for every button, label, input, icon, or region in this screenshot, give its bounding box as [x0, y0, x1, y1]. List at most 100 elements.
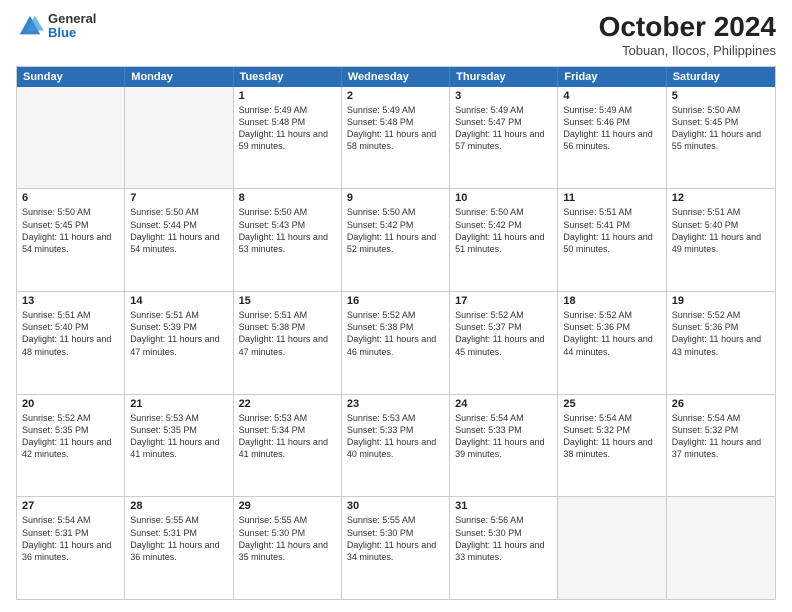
day-info: Sunrise: 5:49 AM Sunset: 5:46 PM Dayligh…	[563, 104, 660, 153]
calendar-cell: 12Sunrise: 5:51 AM Sunset: 5:40 PM Dayli…	[667, 189, 775, 291]
day-number: 7	[130, 192, 227, 204]
calendar-cell: 23 Sunrise: 5:53 AM Sunset: 5:33 PM Dayli…	[342, 395, 450, 497]
day-info: Sunrise: 5:51 AM Sunset: 5:41 PM Dayligh…	[563, 206, 660, 255]
calendar-cell: 2Sunrise: 5:49 AM Sunset: 5:48 PM Daylig…	[342, 87, 450, 189]
calendar-cell	[667, 497, 775, 599]
day-number: 1	[239, 90, 336, 102]
day-number: 2	[347, 90, 444, 102]
logo-icon	[16, 12, 44, 40]
day-info: Sunrise: 5:52 AM Sunset: 5:36 PM Dayligh…	[563, 309, 660, 358]
calendar-cell: 13 Sunrise: 5:51 AM Sunset: 5:40 PM Dayli…	[17, 292, 125, 394]
day-number: 12	[672, 192, 770, 204]
day-number: 11	[563, 192, 660, 204]
calendar-cell	[125, 87, 233, 189]
location: Tobuan, Ilocos, Philippines	[599, 43, 776, 58]
month-title: October 2024	[599, 12, 776, 43]
calendar-cell	[558, 497, 666, 599]
logo-text: General Blue	[48, 12, 96, 41]
day-info: Sunrise: 5:54 AM Sunset: 5:32 PM Dayligh…	[672, 412, 770, 461]
day-info: Sunrise: 5:52 AM Sunset: 5:36 PM Dayligh…	[672, 309, 770, 358]
day-number: 28	[130, 500, 227, 512]
day-info: Sunrise: 5:50 AM Sunset: 5:42 PM Dayligh…	[347, 206, 444, 255]
day-info: Sunrise: 5:53 AM Sunset: 5:33 PM Dayligh…	[347, 412, 444, 461]
calendar-cell: 17Sunrise: 5:52 AM Sunset: 5:37 PM Dayli…	[450, 292, 558, 394]
day-info: Sunrise: 5:51 AM Sunset: 5:40 PM Dayligh…	[22, 309, 119, 358]
day-number: 16	[347, 295, 444, 307]
day-info: Sunrise: 5:55 AM Sunset: 5:31 PM Dayligh…	[130, 514, 227, 563]
calendar-cell: 14Sunrise: 5:51 AM Sunset: 5:39 PM Dayli…	[125, 292, 233, 394]
header-cell-monday: Monday	[125, 67, 233, 87]
day-info: Sunrise: 5:53 AM Sunset: 5:35 PM Dayligh…	[130, 412, 227, 461]
day-number: 10	[455, 192, 552, 204]
calendar-header: SundayMondayTuesdayWednesdayThursdayFrid…	[17, 67, 775, 87]
calendar-row: 27 Sunrise: 5:54 AM Sunset: 5:31 PM Dayli…	[17, 496, 775, 599]
calendar-cell: 30 Sunrise: 5:55 AM Sunset: 5:30 PM Dayli…	[342, 497, 450, 599]
page: General Blue October 2024 Tobuan, Ilocos…	[0, 0, 792, 612]
calendar-cell: 25Sunrise: 5:54 AM Sunset: 5:32 PM Dayli…	[558, 395, 666, 497]
day-number: 22	[239, 398, 336, 410]
calendar-cell: 16 Sunrise: 5:52 AM Sunset: 5:38 PM Dayli…	[342, 292, 450, 394]
header-cell-tuesday: Tuesday	[234, 67, 342, 87]
day-number: 6	[22, 192, 119, 204]
calendar-cell: 18 Sunrise: 5:52 AM Sunset: 5:36 PM Dayli…	[558, 292, 666, 394]
day-number: 30	[347, 500, 444, 512]
day-info: Sunrise: 5:54 AM Sunset: 5:32 PM Dayligh…	[563, 412, 660, 461]
day-number: 27	[22, 500, 119, 512]
day-number: 23	[347, 398, 444, 410]
day-info: Sunrise: 5:50 AM Sunset: 5:43 PM Dayligh…	[239, 206, 336, 255]
calendar-cell: 5Sunrise: 5:50 AM Sunset: 5:45 PM Daylig…	[667, 87, 775, 189]
header-cell-saturday: Saturday	[667, 67, 775, 87]
calendar-cell: 27 Sunrise: 5:54 AM Sunset: 5:31 PM Dayli…	[17, 497, 125, 599]
calendar-cell: 22 Sunrise: 5:53 AM Sunset: 5:34 PM Dayli…	[234, 395, 342, 497]
logo-general: General	[48, 12, 96, 26]
calendar: SundayMondayTuesdayWednesdayThursdayFrid…	[16, 66, 776, 600]
day-info: Sunrise: 5:50 AM Sunset: 5:45 PM Dayligh…	[672, 104, 770, 153]
calendar-cell: 29Sunrise: 5:55 AM Sunset: 5:30 PM Dayli…	[234, 497, 342, 599]
day-number: 13	[22, 295, 119, 307]
day-number: 19	[672, 295, 770, 307]
calendar-row: 13 Sunrise: 5:51 AM Sunset: 5:40 PM Dayli…	[17, 291, 775, 394]
day-info: Sunrise: 5:51 AM Sunset: 5:38 PM Dayligh…	[239, 309, 336, 358]
day-info: Sunrise: 5:50 AM Sunset: 5:42 PM Dayligh…	[455, 206, 552, 255]
calendar-body: 1 Sunrise: 5:49 AM Sunset: 5:48 PM Daylig…	[17, 87, 775, 599]
logo: General Blue	[16, 12, 96, 41]
day-number: 3	[455, 90, 552, 102]
day-number: 9	[347, 192, 444, 204]
calendar-cell: 24 Sunrise: 5:54 AM Sunset: 5:33 PM Dayli…	[450, 395, 558, 497]
calendar-cell: 26 Sunrise: 5:54 AM Sunset: 5:32 PM Dayli…	[667, 395, 775, 497]
calendar-cell: 1 Sunrise: 5:49 AM Sunset: 5:48 PM Daylig…	[234, 87, 342, 189]
day-info: Sunrise: 5:50 AM Sunset: 5:45 PM Dayligh…	[22, 206, 119, 255]
calendar-cell: 21 Sunrise: 5:53 AM Sunset: 5:35 PM Dayli…	[125, 395, 233, 497]
title-block: October 2024 Tobuan, Ilocos, Philippines	[599, 12, 776, 58]
header-cell-thursday: Thursday	[450, 67, 558, 87]
day-info: Sunrise: 5:55 AM Sunset: 5:30 PM Dayligh…	[239, 514, 336, 563]
day-info: Sunrise: 5:49 AM Sunset: 5:48 PM Dayligh…	[239, 104, 336, 153]
day-info: Sunrise: 5:52 AM Sunset: 5:38 PM Dayligh…	[347, 309, 444, 358]
day-number: 26	[672, 398, 770, 410]
day-info: Sunrise: 5:54 AM Sunset: 5:33 PM Dayligh…	[455, 412, 552, 461]
logo-blue: Blue	[48, 26, 96, 40]
header-cell-friday: Friday	[558, 67, 666, 87]
calendar-cell: 28 Sunrise: 5:55 AM Sunset: 5:31 PM Dayli…	[125, 497, 233, 599]
calendar-cell: 15 Sunrise: 5:51 AM Sunset: 5:38 PM Dayli…	[234, 292, 342, 394]
calendar-cell: 6 Sunrise: 5:50 AM Sunset: 5:45 PM Daylig…	[17, 189, 125, 291]
day-number: 15	[239, 295, 336, 307]
calendar-cell: 3Sunrise: 5:49 AM Sunset: 5:47 PM Daylig…	[450, 87, 558, 189]
day-number: 18	[563, 295, 660, 307]
calendar-cell: 20 Sunrise: 5:52 AM Sunset: 5:35 PM Dayli…	[17, 395, 125, 497]
day-number: 21	[130, 398, 227, 410]
calendar-cell: 31Sunrise: 5:56 AM Sunset: 5:30 PM Dayli…	[450, 497, 558, 599]
day-number: 24	[455, 398, 552, 410]
calendar-cell	[17, 87, 125, 189]
day-info: Sunrise: 5:55 AM Sunset: 5:30 PM Dayligh…	[347, 514, 444, 563]
calendar-row: 1 Sunrise: 5:49 AM Sunset: 5:48 PM Daylig…	[17, 87, 775, 189]
day-number: 20	[22, 398, 119, 410]
day-info: Sunrise: 5:51 AM Sunset: 5:39 PM Dayligh…	[130, 309, 227, 358]
calendar-cell: 8Sunrise: 5:50 AM Sunset: 5:43 PM Daylig…	[234, 189, 342, 291]
day-info: Sunrise: 5:52 AM Sunset: 5:35 PM Dayligh…	[22, 412, 119, 461]
calendar-cell: 10 Sunrise: 5:50 AM Sunset: 5:42 PM Dayli…	[450, 189, 558, 291]
day-info: Sunrise: 5:56 AM Sunset: 5:30 PM Dayligh…	[455, 514, 552, 563]
day-info: Sunrise: 5:54 AM Sunset: 5:31 PM Dayligh…	[22, 514, 119, 563]
day-info: Sunrise: 5:52 AM Sunset: 5:37 PM Dayligh…	[455, 309, 552, 358]
day-info: Sunrise: 5:53 AM Sunset: 5:34 PM Dayligh…	[239, 412, 336, 461]
